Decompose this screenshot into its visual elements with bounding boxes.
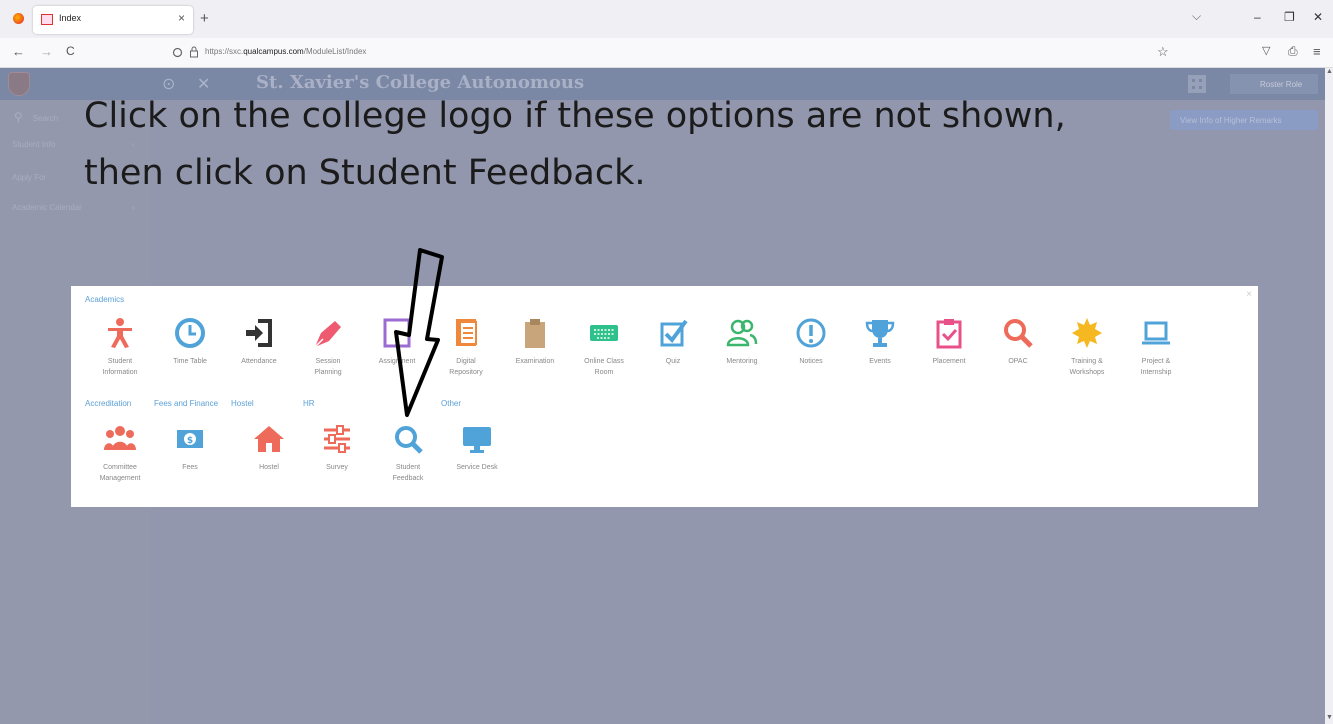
users-icon [726, 319, 758, 347]
category-academics: Academics [85, 295, 125, 304]
back-button[interactable]: ← [12, 44, 25, 59]
scroll-up-icon[interactable]: ▲ [1326, 68, 1333, 75]
forward-button[interactable]: → [40, 44, 53, 59]
extensions-icon[interactable]: ⎙ [1288, 44, 1298, 59]
module-attendance[interactable]: Attendance [224, 316, 294, 367]
sidebar-item-apply-for[interactable]: Apply For ‹ [12, 173, 135, 182]
module-examination[interactable]: Examination [500, 316, 570, 367]
scroll-down-icon[interactable]: ▼ [1326, 714, 1333, 721]
group-icon [104, 426, 136, 450]
url-bar[interactable]: https://sxc.qualcampus.com/ModuleList/In… [205, 47, 366, 56]
sidebar-search-placeholder: Search [32, 114, 59, 123]
college-logo[interactable] [8, 72, 30, 96]
module-service-desk[interactable]: Service Desk [442, 422, 512, 473]
annotation-arrow-icon [394, 248, 444, 417]
user-role-button[interactable]: Roster Role [1230, 74, 1318, 94]
module-hostel[interactable]: Hostel [234, 422, 304, 473]
sign-in-icon [246, 319, 272, 347]
module-notices[interactable]: Notices [776, 316, 846, 367]
exclamation-icon [796, 318, 826, 348]
module-student-information[interactable]: Student Information [85, 316, 155, 378]
sliders-icon [324, 425, 350, 453]
close-window-button[interactable]: ✕ [1313, 10, 1323, 24]
firefox-icon[interactable] [13, 13, 24, 24]
reload-button[interactable]: C [66, 44, 75, 58]
chevron-left-icon: ‹ [132, 203, 135, 212]
checkbox-icon [660, 319, 688, 347]
browser-tab[interactable]: Index × [33, 6, 193, 34]
panel-close-icon[interactable]: × [1246, 289, 1252, 300]
module-training-workshops[interactable]: Training & Workshops [1052, 316, 1122, 378]
module-online-class-room[interactable]: Online Class Room [569, 316, 639, 378]
trophy-icon [865, 320, 895, 347]
browser-tabbar: Index × + ⌵ – ❐ ✕ [0, 0, 1333, 38]
instruction-line-1: Click on the college logo if these optio… [84, 96, 1066, 136]
bookmark-star-icon[interactable]: ☆ [1157, 44, 1169, 60]
module-quiz[interactable]: Quiz [638, 316, 708, 367]
sidebar-search[interactable]: ⚲ Search [14, 110, 58, 124]
module-placement[interactable]: Placement [914, 316, 984, 367]
clipboard-check-icon [936, 319, 962, 349]
instruction-line-2: then click on Student Feedback. [84, 153, 646, 193]
module-fees[interactable]: $ Fees [155, 422, 225, 473]
menu-icon[interactable]: ≡ [1313, 44, 1321, 59]
module-time-table[interactable]: Time Table [155, 316, 225, 367]
sun-icon [1072, 318, 1102, 348]
favicon-icon [41, 14, 53, 25]
money-icon: $ [177, 430, 203, 448]
module-survey[interactable]: Survey [302, 422, 372, 473]
laptop-icon [1142, 321, 1170, 345]
clipboard-icon [525, 319, 545, 348]
document-icon [456, 319, 477, 346]
instruction-text: Click on the college logo if these optio… [84, 88, 1234, 202]
tab-close-icon[interactable]: × [178, 11, 185, 25]
clock-icon [175, 318, 205, 348]
keyboard-icon [590, 325, 618, 341]
person-icon [108, 318, 132, 348]
module-panel: × Academics Accreditation Fees and Finan… [71, 286, 1258, 507]
module-mentoring[interactable]: Mentoring [707, 316, 777, 367]
minimize-button[interactable]: – [1254, 10, 1261, 24]
restore-button[interactable]: ❐ [1284, 10, 1295, 24]
monitor-icon [463, 427, 491, 453]
svg-text:$: $ [187, 436, 193, 446]
category-hostel: Hostel [231, 399, 254, 408]
pen-icon [314, 321, 341, 348]
new-tab-button[interactable]: + [200, 10, 209, 27]
search-icon [395, 426, 423, 454]
module-session-planning[interactable]: Session Planning [293, 316, 363, 378]
pocket-icon[interactable]: ▽ [1262, 44, 1270, 57]
module-committee-management[interactable]: Committee Management [85, 422, 155, 484]
search-icon: ⚲ [14, 110, 23, 124]
category-hr: HR [303, 399, 315, 408]
category-fees-finance: Fees and Finance [154, 399, 219, 408]
sidebar-item-academic-calendar[interactable]: Academic Calendar ‹ [12, 203, 135, 212]
shield-icon[interactable] [172, 47, 183, 58]
sidebar-item-student-info[interactable]: Student Info ‹ [12, 140, 135, 149]
browser-navbar: ← → C https://sxc.qualcampus.com/ModuleL… [0, 38, 1333, 68]
list-tabs-icon[interactable]: ⌵ [1192, 9, 1201, 24]
tab-title: Index [59, 13, 82, 23]
home-icon [254, 426, 284, 452]
category-accreditation: Accreditation [85, 399, 132, 408]
module-project-internship[interactable]: Project & Internship [1121, 316, 1191, 378]
lock-icon[interactable] [189, 46, 199, 58]
search-icon [1004, 319, 1033, 348]
module-student-feedback[interactable]: Student Feedback [373, 422, 443, 484]
module-opac[interactable]: OPAC [983, 316, 1053, 367]
module-events[interactable]: Events [845, 316, 915, 367]
